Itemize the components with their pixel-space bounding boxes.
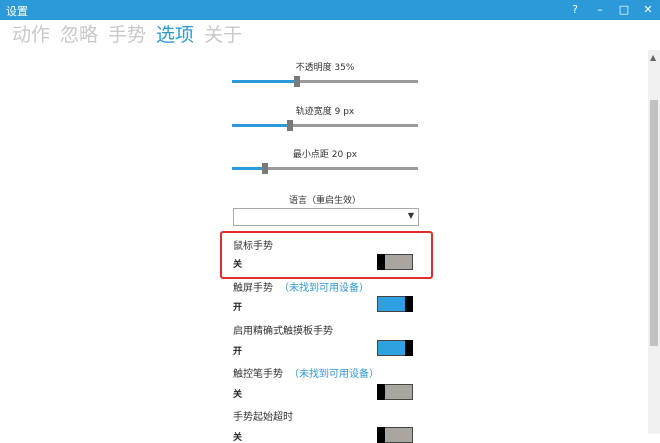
pen-gesture-label: 触控笔手势 （未找到可用设备） [233,369,379,380]
min-distance-slider[interactable]: 最小点距 20 px [232,147,418,174]
language-select[interactable]: ▼ [233,208,419,226]
gesture-timeout-label: 手势起始超时 [233,412,293,423]
trail-width-track[interactable] [232,120,418,131]
precision-touchpad-label: 启用精确式触摸板手势 [233,326,333,337]
highlight-box [220,231,433,279]
opacity-label: 不透明度 35% [295,63,355,73]
trail-width-thumb[interactable] [286,120,293,131]
tab-ignore[interactable]: 忽略 [60,21,98,49]
trail-width-label: 轨迹宽度 9 px [295,107,355,117]
window-title: 设置 [6,5,28,18]
min-distance-fill [232,167,266,170]
opacity-slider[interactable]: 不透明度 35% [232,60,418,87]
opacity-thumb[interactable] [294,76,301,87]
opacity-track[interactable] [232,76,418,87]
min-distance-label: 最小点距 20 px [292,150,358,160]
toggle-knob [377,427,385,443]
touch-gesture-state: 开 [233,303,243,313]
precision-touchpad-toggle[interactable] [377,340,413,356]
title-bar: 设置 ? – □ ✕ [0,0,660,20]
vertical-scrollbar[interactable]: ▲ [648,50,660,434]
scroll-up-icon[interactable]: ▲ [650,53,656,62]
tab-actions[interactable]: 动作 [12,21,50,49]
pen-gesture-toggle[interactable] [377,384,413,400]
trail-width-fill [232,124,290,127]
tab-options[interactable]: 选项 [156,21,194,49]
pen-gesture-state: 关 [233,390,243,400]
precision-touchpad-state: 开 [233,347,243,357]
toggle-knob [405,296,413,312]
gesture-timeout-toggle[interactable] [377,427,413,443]
min-distance-track[interactable] [232,163,418,174]
options-panel: 不透明度 35% 轨迹宽度 9 px 最小点距 20 px 语言（重启生效） ▼… [0,50,648,443]
min-distance-thumb[interactable] [262,163,269,174]
close-button[interactable]: ✕ [638,2,658,18]
trail-width-slider[interactable]: 轨迹宽度 9 px [232,104,418,131]
opacity-fill [232,80,298,83]
tab-gestures[interactable]: 手势 [108,21,146,49]
chevron-down-icon: ▼ [407,211,414,220]
tab-about[interactable]: 关于 [204,21,242,49]
minimize-button[interactable]: – [590,2,610,18]
help-button[interactable]: ? [565,2,585,18]
maximize-button[interactable]: □ [614,2,634,18]
gesture-timeout-state: 关 [233,433,243,443]
touch-gesture-toggle[interactable] [377,296,413,312]
scrollbar-thumb[interactable] [650,100,658,346]
touch-gesture-label: 触屏手势 （未找到可用设备） [233,283,369,294]
language-label: 语言（重启生效） [288,196,361,206]
tab-bar: 动作 忽略 手势 选项 关于 [12,21,242,49]
toggle-knob [405,340,413,356]
toggle-knob [377,384,385,400]
